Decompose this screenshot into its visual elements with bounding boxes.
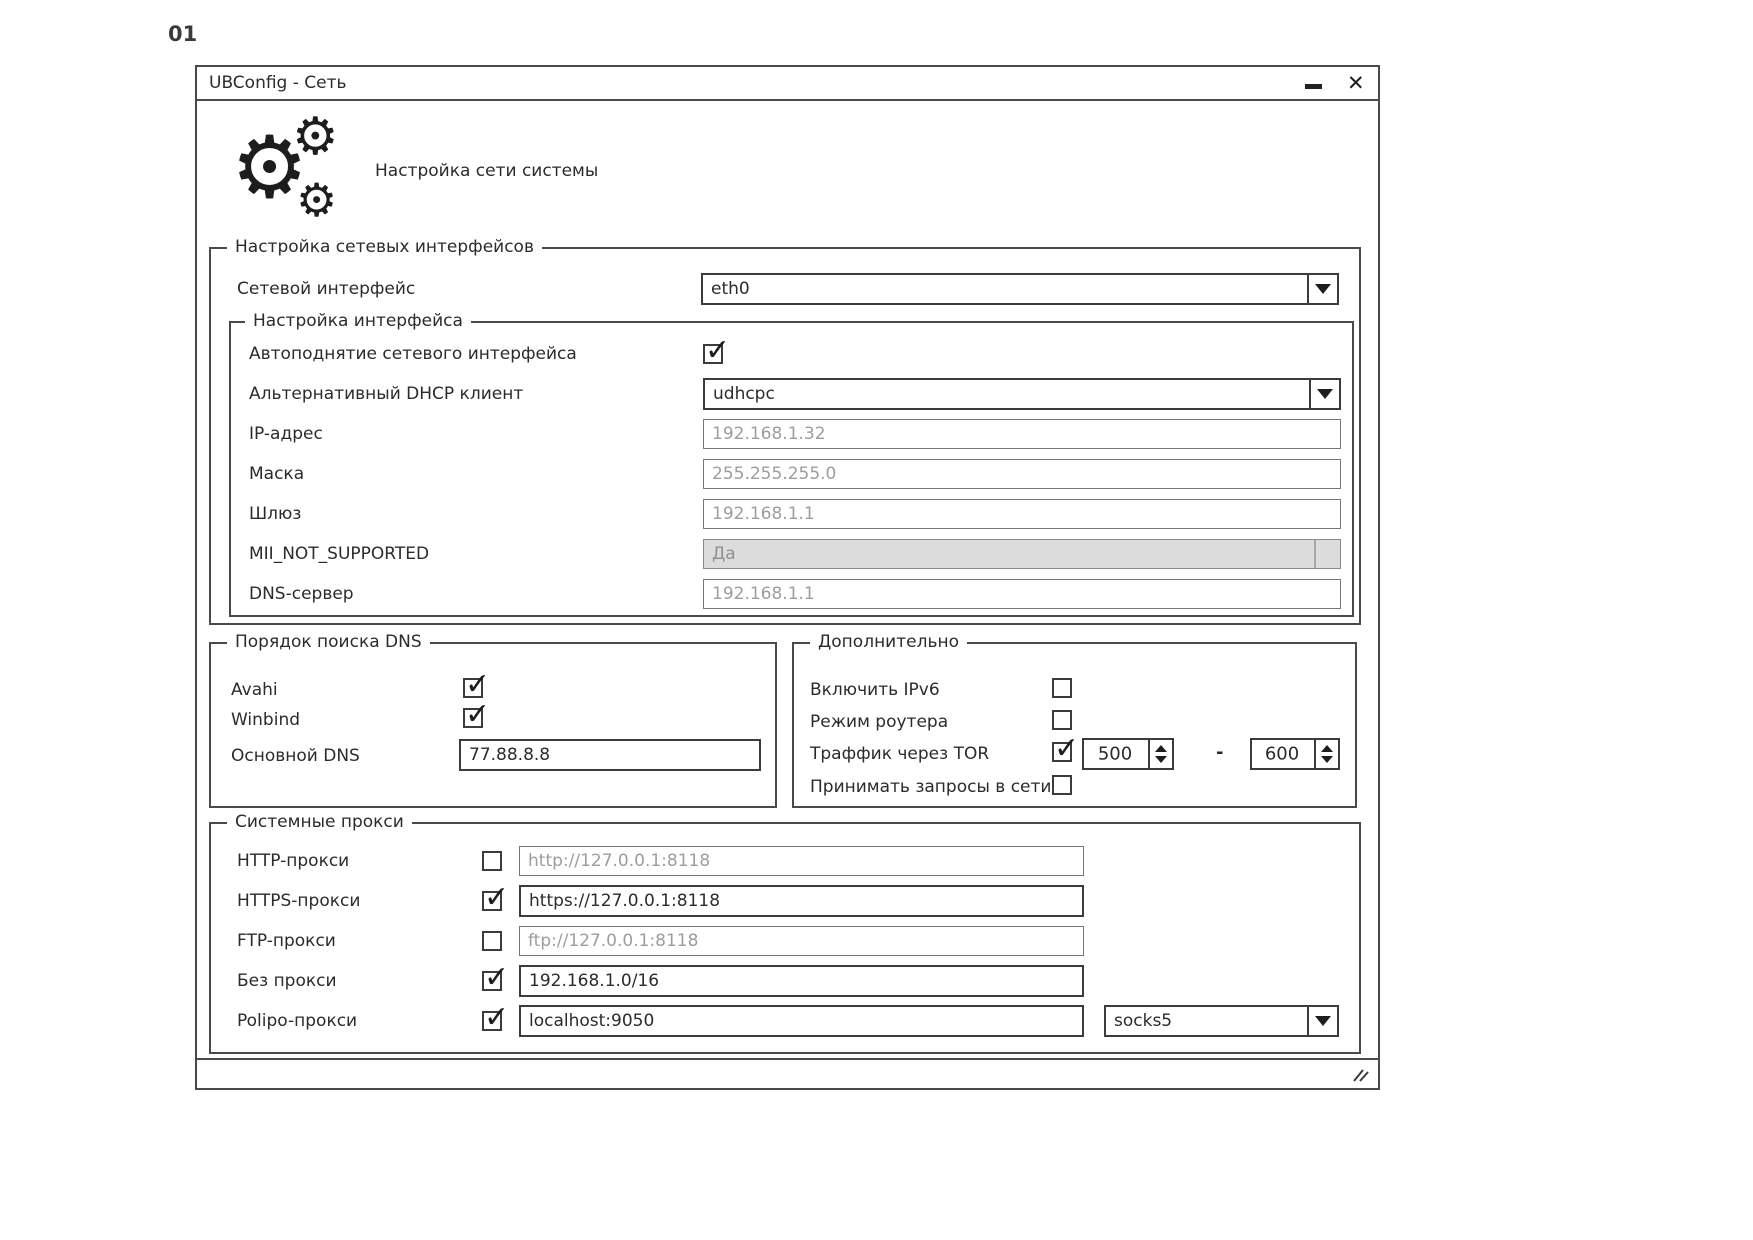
dns-order-group: Порядок поиска DNS Avahi Winbind Основно… bbox=[209, 642, 777, 808]
avahi-label: Avahi bbox=[231, 680, 278, 700]
spinner-down-icon[interactable] bbox=[1155, 756, 1167, 763]
tor-checkbox[interactable] bbox=[1052, 742, 1072, 762]
ftp-proxy-checkbox[interactable] bbox=[482, 931, 502, 951]
mask-label: Маска bbox=[249, 464, 304, 484]
titlebar: UBConfig - Сеть ✕ bbox=[197, 67, 1378, 101]
ip-input[interactable] bbox=[703, 419, 1341, 449]
extras-group-title: Дополнительно bbox=[810, 632, 967, 652]
chevron-down-icon[interactable] bbox=[1307, 275, 1337, 303]
header-text: Настройка сети системы bbox=[375, 161, 598, 181]
dns-server-label: DNS-сервер bbox=[249, 584, 354, 604]
avahi-checkbox[interactable] bbox=[463, 678, 483, 698]
accept-requests-label: Принимать запросы в сети bbox=[810, 777, 1051, 797]
ipv6-label: Включить IPv6 bbox=[810, 680, 940, 700]
network-interfaces-group-title: Настройка сетевых интерфейсов bbox=[227, 237, 542, 257]
tor-range-separator: - bbox=[1216, 742, 1223, 763]
tor-port-from-spinner[interactable]: 500 bbox=[1082, 738, 1174, 770]
network-interfaces-group: Настройка сетевых интерфейсов Сетевой ин… bbox=[209, 247, 1361, 625]
gear-small-bottom-icon: ⚙ bbox=[296, 177, 337, 223]
primary-dns-label: Основной DNS bbox=[231, 746, 360, 766]
minimize-icon[interactable] bbox=[1305, 84, 1322, 89]
tor-port-to-spinner[interactable]: 600 bbox=[1250, 738, 1340, 770]
polipo-proxy-label: Polipo-прокси bbox=[237, 1011, 357, 1031]
ftp-proxy-input[interactable] bbox=[519, 926, 1084, 956]
close-icon[interactable]: ✕ bbox=[1347, 71, 1365, 95]
interface-select[interactable]: eth0 bbox=[701, 273, 1339, 305]
dhcp-client-select[interactable]: udhcpc bbox=[703, 378, 1341, 410]
mii-field: Да bbox=[703, 539, 1341, 569]
resize-grip[interactable] bbox=[1350, 1067, 1370, 1083]
http-proxy-checkbox[interactable] bbox=[482, 851, 502, 871]
statusbar bbox=[197, 1058, 1378, 1088]
extras-group: Дополнительно Включить IPv6 Режим роутер… bbox=[792, 642, 1357, 808]
polipo-protocol-select-value: socks5 bbox=[1114, 1011, 1172, 1031]
ipv6-checkbox[interactable] bbox=[1052, 678, 1072, 698]
dns-order-group-title: Порядок поиска DNS bbox=[227, 632, 430, 652]
interface-select-value: eth0 bbox=[711, 279, 750, 299]
gear-small-top-icon: ⚙ bbox=[292, 111, 339, 163]
primary-dns-input[interactable] bbox=[459, 739, 761, 771]
mii-field-value: Да bbox=[712, 544, 736, 564]
proxy-group-title: Системные прокси bbox=[227, 812, 412, 832]
polipo-protocol-select[interactable]: socks5 bbox=[1104, 1005, 1339, 1037]
mask-input[interactable] bbox=[703, 459, 1341, 489]
spinner-arrows[interactable] bbox=[1314, 740, 1338, 768]
no-proxy-checkbox[interactable] bbox=[482, 971, 502, 991]
accept-requests-checkbox[interactable] bbox=[1052, 775, 1072, 795]
no-proxy-input[interactable] bbox=[519, 965, 1084, 997]
auto-up-checkbox[interactable] bbox=[703, 344, 723, 364]
figure-label: 01 bbox=[168, 22, 197, 46]
interface-settings-group: Настройка интерфейса Автоподнятие сетево… bbox=[229, 321, 1354, 617]
polipo-proxy-checkbox[interactable] bbox=[482, 1011, 502, 1031]
spinner-arrows[interactable] bbox=[1148, 740, 1172, 768]
gateway-label: Шлюз bbox=[249, 504, 301, 524]
http-proxy-input[interactable] bbox=[519, 846, 1084, 876]
winbind-checkbox[interactable] bbox=[463, 708, 483, 728]
app-window: UBConfig - Сеть ✕ ⚙ ⚙ ⚙ Настройка сети с… bbox=[195, 65, 1380, 1090]
dhcp-client-select-value: udhcpc bbox=[713, 384, 775, 404]
winbind-label: Winbind bbox=[231, 710, 300, 730]
chevron-down-icon[interactable] bbox=[1309, 380, 1339, 408]
spinner-up-icon[interactable] bbox=[1321, 745, 1333, 752]
tor-label: Траффик через TOR bbox=[810, 744, 989, 764]
https-proxy-input[interactable] bbox=[519, 885, 1084, 917]
https-proxy-label: HTTPS-прокси bbox=[237, 891, 360, 911]
spinner-down-icon[interactable] bbox=[1321, 756, 1333, 763]
dns-server-input[interactable] bbox=[703, 579, 1341, 609]
interface-label: Сетевой интерфейс bbox=[237, 279, 415, 299]
tor-port-from-value: 500 bbox=[1084, 744, 1146, 765]
https-proxy-checkbox[interactable] bbox=[482, 891, 502, 911]
router-mode-label: Режим роутера bbox=[810, 712, 948, 732]
proxy-group: Системные прокси HTTP-прокси HTTPS-прокс… bbox=[209, 822, 1361, 1054]
router-mode-checkbox[interactable] bbox=[1052, 710, 1072, 730]
ip-label: IP-адрес bbox=[249, 424, 323, 444]
http-proxy-label: HTTP-прокси bbox=[237, 851, 349, 871]
interface-settings-group-title: Настройка интерфейса bbox=[245, 311, 471, 331]
auto-up-label: Автоподнятие сетевого интерфейса bbox=[249, 344, 577, 364]
chevron-down-icon[interactable] bbox=[1307, 1007, 1337, 1035]
polipo-proxy-input[interactable] bbox=[519, 1005, 1084, 1037]
tor-port-to-value: 600 bbox=[1252, 744, 1312, 765]
window-title: UBConfig - Сеть bbox=[209, 73, 347, 93]
spinner-up-icon[interactable] bbox=[1155, 745, 1167, 752]
gateway-input[interactable] bbox=[703, 499, 1341, 529]
no-proxy-label: Без прокси bbox=[237, 971, 337, 991]
mii-label: MII_NOT_SUPPORTED bbox=[249, 544, 429, 564]
dhcp-client-label: Альтернативный DHCP клиент bbox=[249, 384, 523, 404]
ftp-proxy-label: FTP-прокси bbox=[237, 931, 336, 951]
